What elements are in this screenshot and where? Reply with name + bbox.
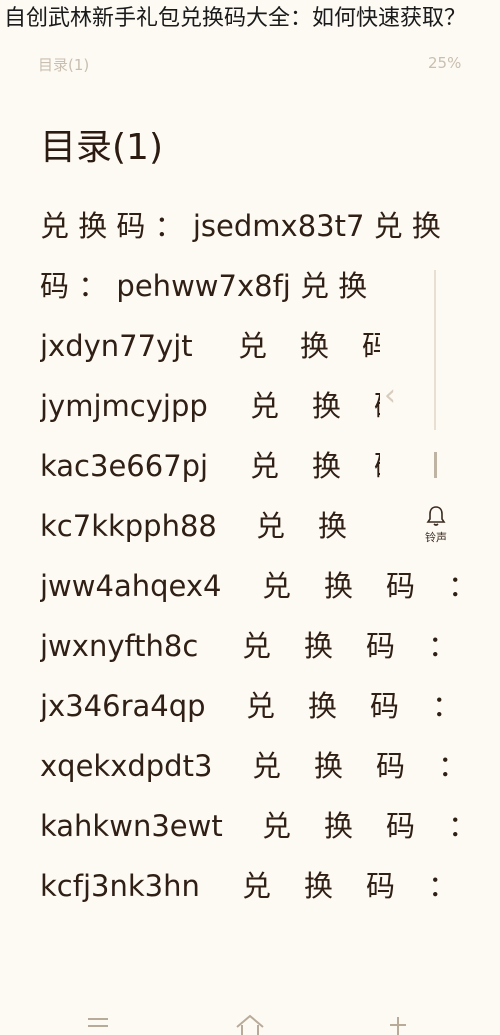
chapter-heading: 目录(1) xyxy=(40,127,163,168)
code-label: 兑换码 ： xyxy=(242,616,460,676)
code-label-char: 兑 xyxy=(242,629,272,663)
code-label-char: 换 xyxy=(304,629,334,663)
scroll-handle[interactable] xyxy=(434,452,437,478)
code-label-char: 码 xyxy=(374,436,380,496)
code-line: jxdyn77yjt 兑换码 xyxy=(40,316,380,376)
code-label-char: 兑 xyxy=(238,329,268,363)
code-label: 兑换码 ： xyxy=(262,796,460,856)
code-label-char: 换 xyxy=(300,329,330,363)
redeem-code: kahkwn3ewt xyxy=(40,809,223,843)
redeem-code: jx346ra4qp xyxy=(40,689,206,723)
code-line: kcfj3nk3hn 兑换码 ： xyxy=(40,856,460,916)
code-label-char: 兑 xyxy=(252,749,282,783)
code-label-char: 换 xyxy=(312,389,342,423)
code-label-char: ： xyxy=(428,629,458,663)
chapter-mini-label: 目录(1) xyxy=(38,56,90,74)
code-label-char: 换 xyxy=(308,689,338,723)
side-divider xyxy=(434,270,436,430)
code-label-char: 换 xyxy=(314,749,344,783)
code-label-char: 换 xyxy=(312,449,342,483)
code-label: 兑换码 ： xyxy=(262,556,460,616)
code-line: 兑 换 码 ： jsedmx83t7 兑 换 xyxy=(40,196,460,256)
code-label-char: 码 xyxy=(376,749,406,783)
reading-progress: 25% xyxy=(428,54,462,72)
bottom-nav xyxy=(0,1005,500,1035)
code-list: 兑 换 码 ： jsedmx83t7 兑 换码 ： pehww7x8fj 兑 换… xyxy=(40,196,460,916)
redeem-code: 码 ： pehww7x8fj 兑 换 xyxy=(40,269,368,303)
article-title: 自创武林新手礼包兑换码大全：如何快速获取？ xyxy=(4,6,467,31)
code-label: 兑换码 xyxy=(238,316,380,376)
code-label-char: 换 xyxy=(324,809,354,843)
chevron-left-icon[interactable]: ‹ xyxy=(384,378,396,413)
redeem-code: kc7kkpph88 xyxy=(40,509,217,543)
code-label-char: 码 xyxy=(370,689,400,723)
ringtone-button[interactable]: 铃声 xyxy=(422,505,450,545)
redeem-code: xqekxdpdt3 xyxy=(40,749,213,783)
code-line: kac3e667pj 兑换码 xyxy=(40,436,380,496)
bell-icon xyxy=(426,506,446,526)
code-label-char: ： xyxy=(432,689,460,723)
code-line: jww4ahqex4 兑换码 ： xyxy=(40,556,460,616)
code-label: 兑换码 xyxy=(250,436,380,496)
redeem-code: jxdyn77yjt xyxy=(40,329,193,363)
code-label-char: 码 xyxy=(362,329,380,363)
code-label-char: 码 xyxy=(386,569,416,603)
code-label-char: ： xyxy=(428,869,458,903)
code-label-char: 码 xyxy=(386,809,416,843)
redeem-code: kac3e667pj xyxy=(40,449,209,483)
redeem-code: kcfj3nk3hn xyxy=(40,869,200,903)
code-line: xqekxdpdt3 兑换码 ： xyxy=(40,736,460,796)
code-label-char: 换 xyxy=(324,569,354,603)
code-label-char: 兑 xyxy=(256,509,286,543)
code-label: 兑换码 xyxy=(250,376,380,436)
code-label-char: 兑 xyxy=(250,389,280,423)
code-line: 码 ： pehww7x8fj 兑 换 xyxy=(40,256,460,316)
code-label-char: ： xyxy=(448,556,460,616)
code-line: kc7kkpph88 兑换码 xyxy=(40,496,380,556)
reader-header: 目录(1) 25% xyxy=(0,50,500,80)
code-label: 兑换码 ： xyxy=(242,856,460,916)
redeem-code: jww4ahqex4 xyxy=(40,569,222,603)
code-line: jymjmcyjpp 兑换码 xyxy=(40,376,380,436)
code-label-char: ： xyxy=(438,736,460,796)
code-label-char: 兑 xyxy=(242,869,272,903)
menu-icon[interactable] xyxy=(86,1013,110,1035)
code-label-char: 换 xyxy=(304,869,334,903)
redeem-code: 兑 换 码 ： jsedmx83t7 兑 换 xyxy=(40,209,441,243)
code-line: kahkwn3ewt 兑换码 ： xyxy=(40,796,460,856)
code-label-char: ： xyxy=(448,796,460,856)
code-label-char: 兑 xyxy=(262,569,292,603)
code-label-char: 码 xyxy=(366,869,396,903)
code-line: jwxnyfth8c 兑换码 ： xyxy=(40,616,460,676)
code-label: 兑换码 ： xyxy=(252,736,460,796)
code-label-char: 兑 xyxy=(246,689,276,723)
redeem-code: jwxnyfth8c xyxy=(40,629,199,663)
bell-label: 铃声 xyxy=(425,531,447,544)
code-label-char: 兑 xyxy=(262,809,292,843)
home-icon[interactable] xyxy=(234,1013,266,1035)
code-label-char: 码 xyxy=(374,376,380,436)
chapter-content: 目录(1) xyxy=(40,120,480,176)
code-label-char: 换 xyxy=(318,509,348,543)
code-label: 兑换码 ： xyxy=(246,676,460,736)
settings-icon[interactable] xyxy=(386,1013,410,1035)
code-label-char: 兑 xyxy=(250,449,280,483)
code-line: jx346ra4qp 兑换码 ： xyxy=(40,676,460,736)
redeem-code: jymjmcyjpp xyxy=(40,389,208,423)
code-label: 兑换码 xyxy=(256,496,380,556)
code-label-char: 码 xyxy=(366,629,396,663)
